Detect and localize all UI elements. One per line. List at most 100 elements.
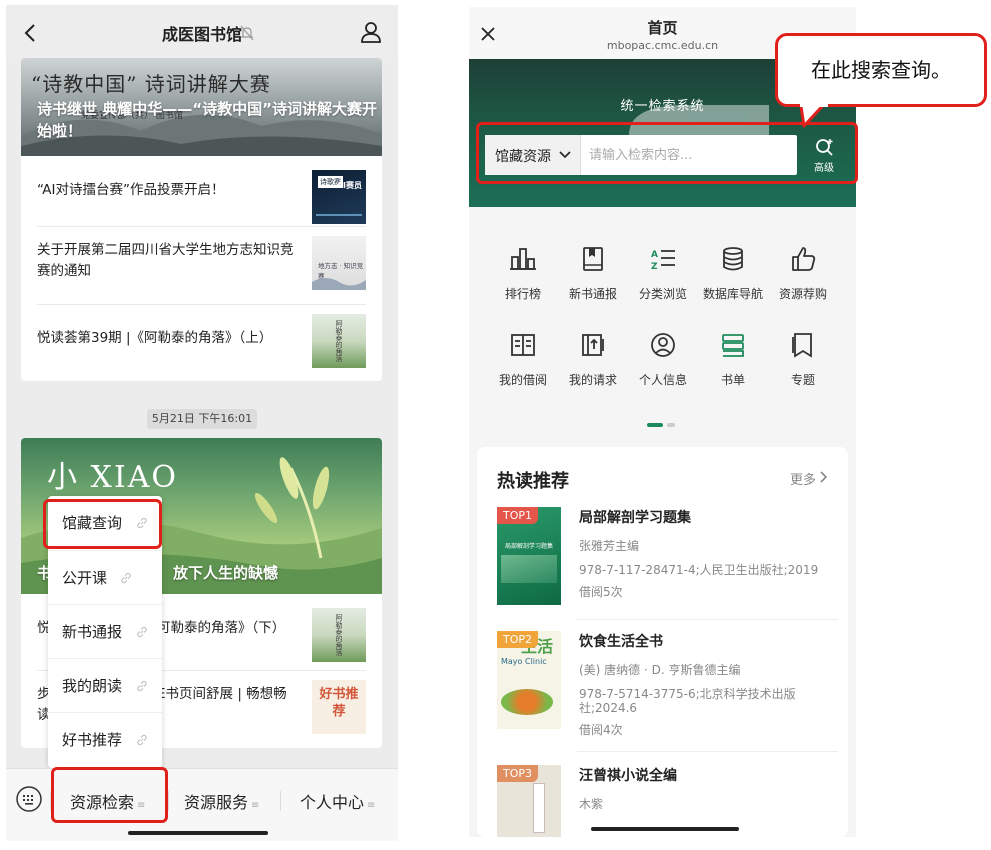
cover-art: [533, 783, 545, 833]
book-cover: TOP3: [497, 765, 561, 837]
section-title: 热读推荐: [497, 471, 569, 492]
link-icon: [137, 626, 147, 638]
message-timestamp: 5月21日 下午16:01: [147, 409, 257, 429]
menu-label: 资源服务: [184, 793, 249, 812]
grid-item-category-browse[interactable]: AZ 分类浏览: [627, 245, 699, 315]
article-thumbnail: 好书推荐: [312, 680, 366, 734]
article-row[interactable]: “AI对诗擂台赛”作品投票开启！ 诗歌赛 AI赛员: [21, 156, 382, 226]
menu-lines-icon: ≡: [137, 800, 146, 811]
article-title: “AI对诗擂台赛”作品投票开启！: [37, 182, 225, 198]
divider: [37, 226, 366, 227]
menu-lines-icon: ≡: [367, 800, 376, 811]
thumbs-up-icon: [792, 247, 816, 271]
article-thumbnail: 阿勒泰的角落: [312, 314, 366, 368]
thumb-wave: [312, 278, 366, 290]
article-thumbnail: 诗歌赛 AI赛员: [312, 170, 366, 224]
grid-item-topics[interactable]: 专题: [767, 331, 839, 401]
menu-resource-search[interactable]: 资源检索 ≡: [70, 789, 145, 813]
hot-reading-section: 热读推荐 更多 局部解剖学习题集 TOP1 局部解剖学习题集 张雅芳主编 978…: [477, 447, 848, 837]
menu-resource-service[interactable]: 资源服务 ≡: [184, 789, 259, 813]
book-item[interactable]: 局部解剖学习题集 TOP1 局部解剖学习题集 张雅芳主编 978-7-117-2…: [497, 507, 837, 627]
article-banner-1[interactable]: “诗教中国” 诗词讲解大赛 党委宣传部（共） 图书馆 诗书继世 典耀中华——“诗…: [21, 58, 382, 156]
grid-item-database-nav[interactable]: 数据库导航: [697, 245, 769, 315]
more-link[interactable]: 更多: [790, 469, 816, 488]
bookmark-icon: [792, 333, 812, 358]
grid-item-personal-info[interactable]: 个人信息: [627, 331, 699, 401]
book-borrow-count: 借阅4次: [579, 723, 623, 737]
grid-label: 专题: [790, 373, 815, 387]
submenu-item-new-books[interactable]: 新书通报: [48, 604, 162, 658]
search-input[interactable]: [589, 135, 794, 175]
caption-right: 放下人生的缺憾: [173, 564, 279, 582]
article-title-fragment: 可勒泰的角落》（下）: [157, 620, 286, 636]
thumb-label: 好书推荐: [319, 687, 359, 719]
book-cover: 生活 Mayo Clinic TOP2: [497, 631, 561, 729]
grid-item-new-books[interactable]: 新书通报: [557, 245, 629, 315]
article-row[interactable]: 关于开展第二届四川省大学生地方志知识竞赛的通知 地方志 · 知识竞赛: [21, 226, 382, 296]
person-circle-icon: [651, 333, 675, 357]
advanced-search-button[interactable]: 高级: [799, 135, 849, 175]
divider: [50, 791, 51, 811]
chevron-down-icon: [559, 151, 571, 159]
banner-headline: 诗书继世 典耀中华——“诗教中国”诗词讲解大赛开始啦！: [37, 100, 377, 140]
book-item[interactable]: 生活 Mayo Clinic TOP2 饮食生活全书 (美) 唐纳德 · D. …: [497, 631, 837, 751]
grid-item-purchase-recommend[interactable]: 资源荐购: [767, 245, 839, 315]
submenu-item-open-course[interactable]: 公开课: [48, 550, 162, 604]
rank-badge: TOP2: [497, 631, 539, 648]
link-icon: [137, 680, 147, 692]
wechat-screen: 成医图书馆 “诗教中国” 诗词讲解大赛 党委宣传部（共） 图书馆 诗书继世 典耀…: [6, 5, 398, 841]
book-author: 木紫: [579, 797, 604, 811]
opac-screen: 首页 mbopac.cmc.edu.cn 统一检索系统 馆藏资源 高级 排行榜 …: [469, 7, 856, 837]
chevron-right-icon[interactable]: [820, 471, 828, 483]
book-bookmark-icon: [583, 247, 603, 271]
menu-label: 个人中心: [300, 793, 365, 812]
cover-art: [501, 689, 553, 715]
upload-doc-icon: [582, 334, 604, 356]
profile-icon[interactable]: [360, 20, 382, 44]
book-title: 饮食生活全书: [579, 634, 663, 650]
page-dot-active: [647, 423, 663, 427]
search-scope-select[interactable]: 馆藏资源: [485, 135, 581, 175]
grid-item-my-requests[interactable]: 我的请求: [557, 331, 629, 401]
search-bar: 馆藏资源: [485, 135, 797, 175]
thumb-label: 阿勒泰的角落: [335, 614, 343, 656]
callout-tail-cover: [800, 101, 828, 107]
grid-item-my-loans[interactable]: 我的借阅: [487, 331, 559, 401]
home-indicator: [128, 831, 268, 835]
search-plus-icon: [816, 139, 833, 156]
banner-top-text: “诗教中国” 诗词讲解大赛: [31, 72, 271, 96]
booklist-icon: [722, 334, 744, 357]
article-thumbnail: 地方志 · 知识竞赛: [312, 236, 366, 290]
article-row[interactable]: 悦读荟第39期 |《阿勒泰的角落》（上） 阿勒泰的角落: [21, 304, 382, 374]
link-icon: [137, 517, 147, 529]
submenu-item-collection-search[interactable]: 馆藏查询: [48, 496, 162, 550]
submenu-label: 我的朗读: [62, 677, 123, 695]
home-indicator: [591, 827, 739, 831]
link-icon: [121, 572, 131, 584]
annotation-callout: 在此搜索查询。: [775, 33, 987, 107]
book-borrow-count: 借阅5次: [579, 585, 623, 599]
cover-title: 局部解剖学习题集: [505, 543, 554, 550]
grid-item-booklist[interactable]: 书单: [697, 331, 769, 401]
submenu-item-book-recommend[interactable]: 好书推荐: [48, 712, 162, 766]
cover-subtitle: Mayo Clinic: [501, 657, 547, 666]
keyboard-icon[interactable]: [16, 786, 42, 812]
page-dot: [667, 423, 675, 427]
grid-item-ranking[interactable]: 排行榜: [487, 245, 559, 315]
divider: [280, 791, 281, 811]
callout-text: 在此搜索查询。: [811, 58, 951, 82]
thumb-line: [316, 214, 362, 216]
book-title: 汪曾祺小说全编: [579, 768, 677, 784]
search-scope-label: 馆藏资源: [495, 149, 551, 165]
chart-bars-icon: [510, 248, 536, 270]
book-author: (美) 唐纳德 · D. 亨斯鲁德主编: [579, 663, 741, 677]
thumb-label: AI赛员: [336, 181, 362, 190]
banner-brand-text: 小 XIAO: [47, 460, 179, 495]
book-publication: 978-7-5714-3775-6;北京科学技术出版社;2024.6: [579, 687, 796, 715]
submenu-item-my-reading[interactable]: 我的朗读: [48, 658, 162, 712]
book-author: 张雅芳主编: [579, 539, 640, 553]
menu-personal-center[interactable]: 个人中心 ≡: [300, 789, 375, 813]
article-title-fragment: E书页间舒展 | 畅想畅: [157, 686, 287, 702]
article-title: 关于开展第二届四川省大学生地方志知识竞赛的通知: [37, 242, 294, 279]
rank-badge: TOP1: [497, 507, 539, 524]
